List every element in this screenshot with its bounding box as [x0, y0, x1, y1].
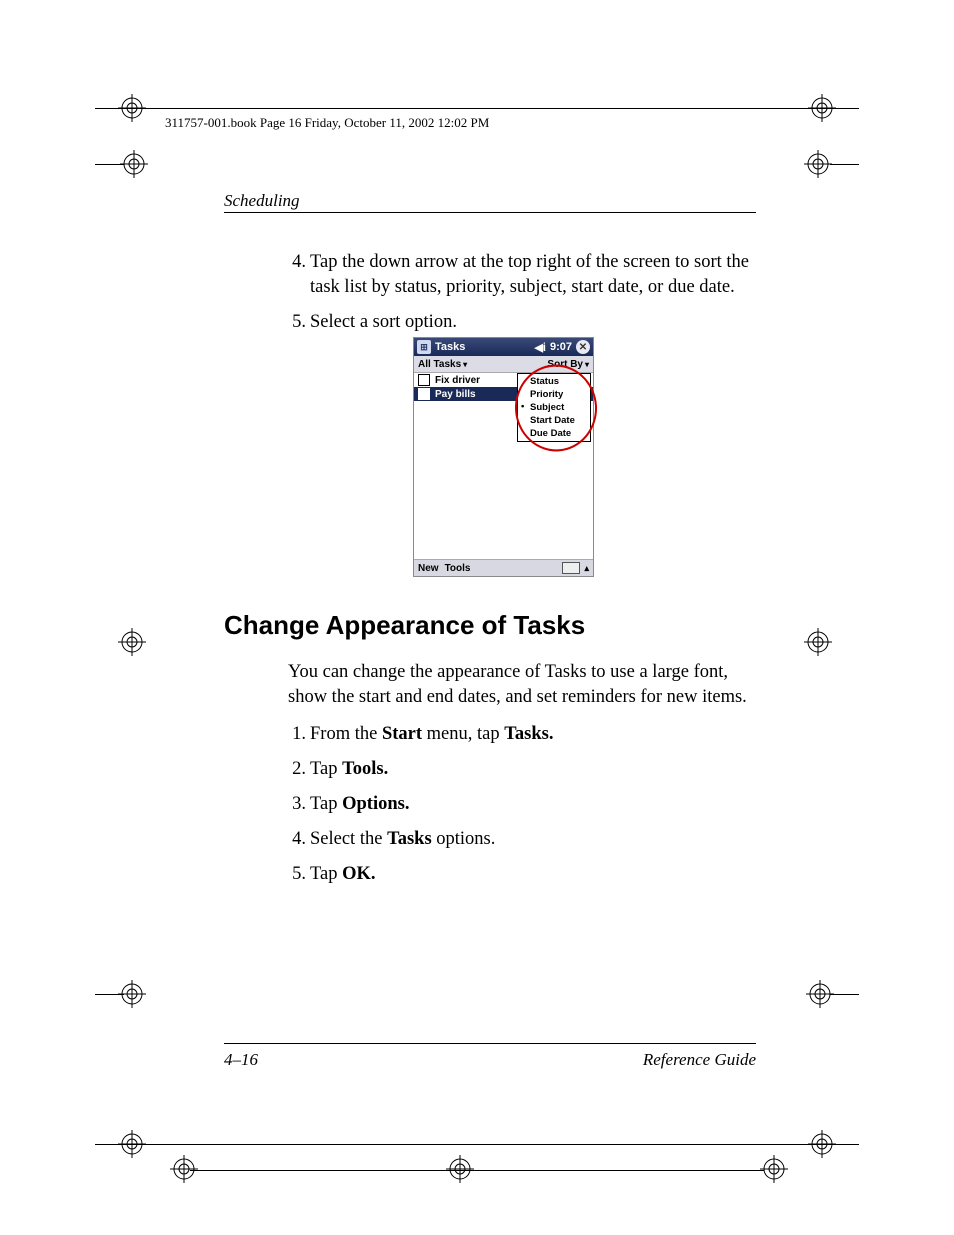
task-label: Pay bills — [435, 389, 476, 400]
registration-mark-icon — [170, 1155, 198, 1183]
close-icon: ✕ — [576, 340, 590, 354]
header-rule — [224, 212, 756, 213]
checkbox-icon[interactable] — [418, 388, 430, 400]
checkbox-icon[interactable] — [418, 374, 430, 386]
sort-option[interactable]: Start Date — [520, 414, 588, 427]
footer-rule — [224, 1043, 756, 1044]
tasks-toolbar: All Tasks▾ Sort By▾ — [414, 356, 593, 373]
instruction-list-continued: 4.Tap the down arrow at the top right of… — [288, 250, 758, 335]
registration-mark-icon — [804, 150, 832, 178]
sort-option-selected[interactable]: Subject — [520, 401, 588, 414]
book-header-text: 311757-001.book Page 16 Friday, October … — [165, 115, 489, 131]
body-paragraph: You can change the appearance of Tasks t… — [288, 660, 758, 710]
list-item: 4.Tap the down arrow at the top right of… — [288, 250, 758, 300]
filter-dropdown[interactable]: All Tasks▾ — [418, 359, 467, 370]
instruction-list: 1.From the Start menu, tap Tasks. 2.Tap … — [288, 722, 758, 887]
chevron-up-icon[interactable]: ▴ — [584, 563, 589, 574]
clock-time: 9:07 — [550, 341, 572, 353]
sort-by-dropdown[interactable]: Sort By▾ — [547, 359, 589, 370]
start-flag-icon: ⊞ — [417, 340, 431, 354]
registration-mark-icon — [118, 628, 146, 656]
registration-mark-icon — [120, 150, 148, 178]
sort-option[interactable]: Status — [520, 375, 588, 388]
registration-mark-icon — [118, 94, 146, 122]
tools-button[interactable]: Tools — [445, 563, 471, 574]
window-titlebar: ⊞ Tasks ◀ἱ 9:07 ✕ — [414, 338, 593, 356]
new-button[interactable]: New — [418, 563, 439, 574]
sort-option[interactable]: Due Date — [520, 427, 588, 440]
document-title-footer: Reference Guide — [643, 1050, 756, 1070]
list-item: 3.Tap Options. — [288, 792, 758, 817]
list-item: 1.From the Start menu, tap Tasks. — [288, 722, 758, 747]
sort-option[interactable]: Priority — [520, 388, 588, 401]
section-heading: Change Appearance of Tasks — [224, 610, 585, 641]
list-item: 5.Select a sort option. — [288, 310, 758, 335]
running-header: Scheduling — [224, 191, 300, 211]
tasks-footer-bar: New Tools ▴ — [414, 559, 593, 576]
chevron-down-icon: ▾ — [585, 360, 589, 369]
window-title: Tasks — [435, 341, 465, 353]
registration-mark-icon — [446, 1155, 474, 1183]
list-item: 5.Tap OK. — [288, 862, 758, 887]
chevron-down-icon: ▾ — [463, 360, 467, 369]
registration-mark-icon — [804, 628, 832, 656]
tasks-app-screenshot: ⊞ Tasks ◀ἱ 9:07 ✕ All Tasks▾ Sort By▾ Fi… — [413, 337, 594, 577]
task-label: Fix driver — [435, 375, 480, 386]
list-item: 2.Tap Tools. — [288, 757, 758, 782]
speaker-icon: ◀ἱ — [534, 341, 546, 354]
sort-menu-popup: Status Priority Subject Start Date Due D… — [517, 373, 591, 442]
list-item: 4.Select the Tasks options. — [288, 827, 758, 852]
registration-mark-icon — [808, 94, 836, 122]
registration-mark-icon — [760, 1155, 788, 1183]
page-number: 4–16 — [224, 1050, 258, 1070]
keyboard-icon[interactable] — [562, 562, 580, 574]
